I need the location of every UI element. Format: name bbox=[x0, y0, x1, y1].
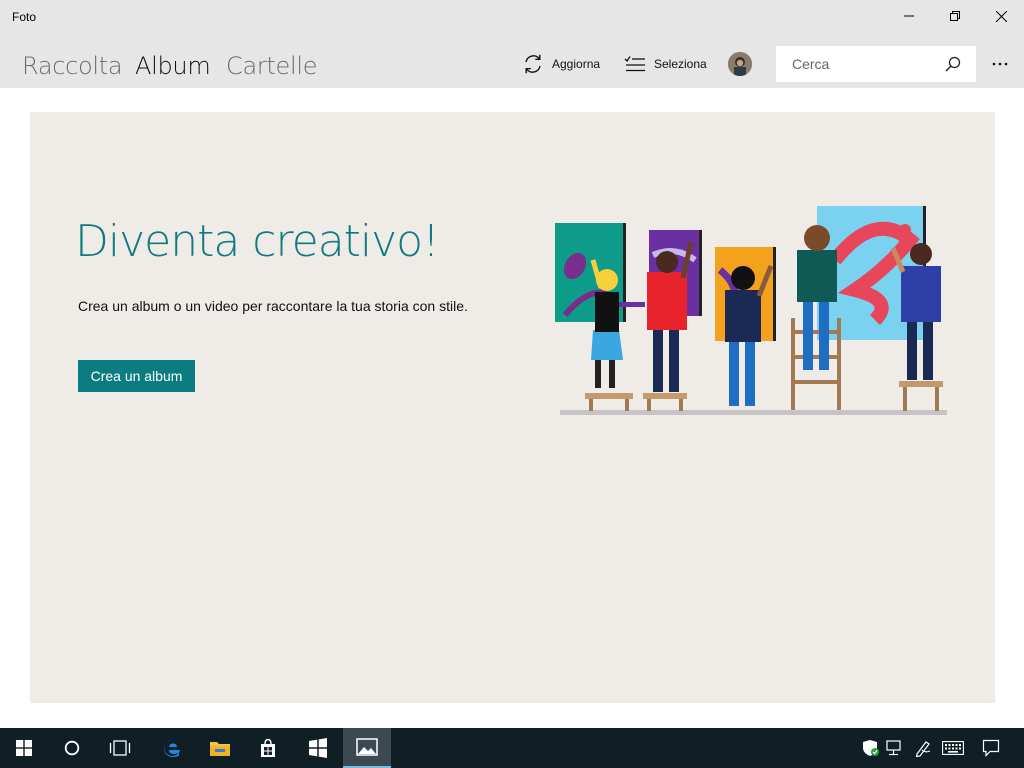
app-header: Raccolta Album Cartelle Aggiorna Selezio… bbox=[0, 34, 1024, 88]
start-button[interactable] bbox=[0, 728, 48, 768]
user-avatar-icon bbox=[728, 52, 752, 76]
pen-icon bbox=[915, 741, 931, 757]
more-options-button[interactable] bbox=[988, 56, 1012, 72]
select-button[interactable]: Seleziona bbox=[624, 52, 707, 76]
search-input[interactable] bbox=[777, 47, 937, 81]
keyboard-icon bbox=[942, 741, 964, 755]
artists-painting-illustration bbox=[555, 206, 947, 415]
photos-taskbar-button[interactable] bbox=[343, 728, 391, 768]
restore-button[interactable] bbox=[932, 0, 978, 32]
taskbar bbox=[0, 728, 1024, 768]
minimize-button[interactable] bbox=[886, 0, 932, 32]
cortana-button[interactable] bbox=[48, 728, 96, 768]
tab-raccolta[interactable]: Raccolta bbox=[22, 52, 123, 80]
close-icon bbox=[995, 10, 1007, 22]
refresh-label: Aggiorna bbox=[552, 57, 601, 71]
empty-state-card: Diventa creativo! Crea un album o un vid… bbox=[30, 112, 995, 703]
search-icon[interactable] bbox=[945, 56, 961, 72]
hero-description: Crea un album o un video per raccontare … bbox=[78, 298, 468, 314]
tab-album[interactable]: Album bbox=[135, 52, 211, 80]
tablet-app-icon bbox=[309, 738, 327, 758]
cortana-icon bbox=[64, 740, 80, 756]
windows-start-icon bbox=[16, 740, 32, 756]
avatar[interactable] bbox=[728, 52, 752, 76]
title-bar: Foto bbox=[0, 0, 1024, 34]
edge-icon bbox=[163, 740, 180, 758]
defender-shield-icon bbox=[863, 740, 879, 756]
pen-tray-button[interactable] bbox=[912, 738, 934, 758]
app-title: Foto bbox=[12, 10, 37, 24]
close-button[interactable] bbox=[978, 0, 1024, 32]
keyboard-tray-button[interactable] bbox=[942, 738, 964, 758]
refresh-icon bbox=[525, 54, 541, 74]
refresh-button[interactable]: Aggiorna bbox=[522, 52, 600, 76]
task-view-button[interactable] bbox=[96, 728, 144, 768]
minimize-icon bbox=[904, 15, 914, 17]
action-center-button[interactable] bbox=[980, 738, 1002, 758]
select-list-icon bbox=[624, 56, 645, 72]
network-icon bbox=[886, 740, 901, 756]
photos-icon bbox=[356, 738, 378, 756]
tab-cartelle[interactable]: Cartelle bbox=[226, 52, 318, 80]
file-explorer-icon bbox=[210, 742, 230, 756]
store-icon bbox=[261, 738, 275, 757]
file-explorer-button[interactable] bbox=[196, 728, 244, 768]
create-album-button[interactable]: Crea un album bbox=[78, 360, 195, 392]
restore-icon bbox=[950, 11, 960, 21]
network-tray-button[interactable] bbox=[884, 738, 906, 758]
edge-button[interactable] bbox=[148, 728, 196, 768]
defender-tray-button[interactable] bbox=[860, 738, 882, 758]
hero-title: Diventa creativo! bbox=[75, 216, 440, 267]
tablet-app-button[interactable] bbox=[294, 728, 342, 768]
ellipsis-icon bbox=[992, 62, 1008, 66]
task-view-icon bbox=[109, 740, 131, 756]
store-button[interactable] bbox=[244, 728, 292, 768]
search-box bbox=[776, 46, 976, 82]
action-center-icon bbox=[982, 739, 1000, 757]
select-label: Seleziona bbox=[654, 57, 707, 71]
